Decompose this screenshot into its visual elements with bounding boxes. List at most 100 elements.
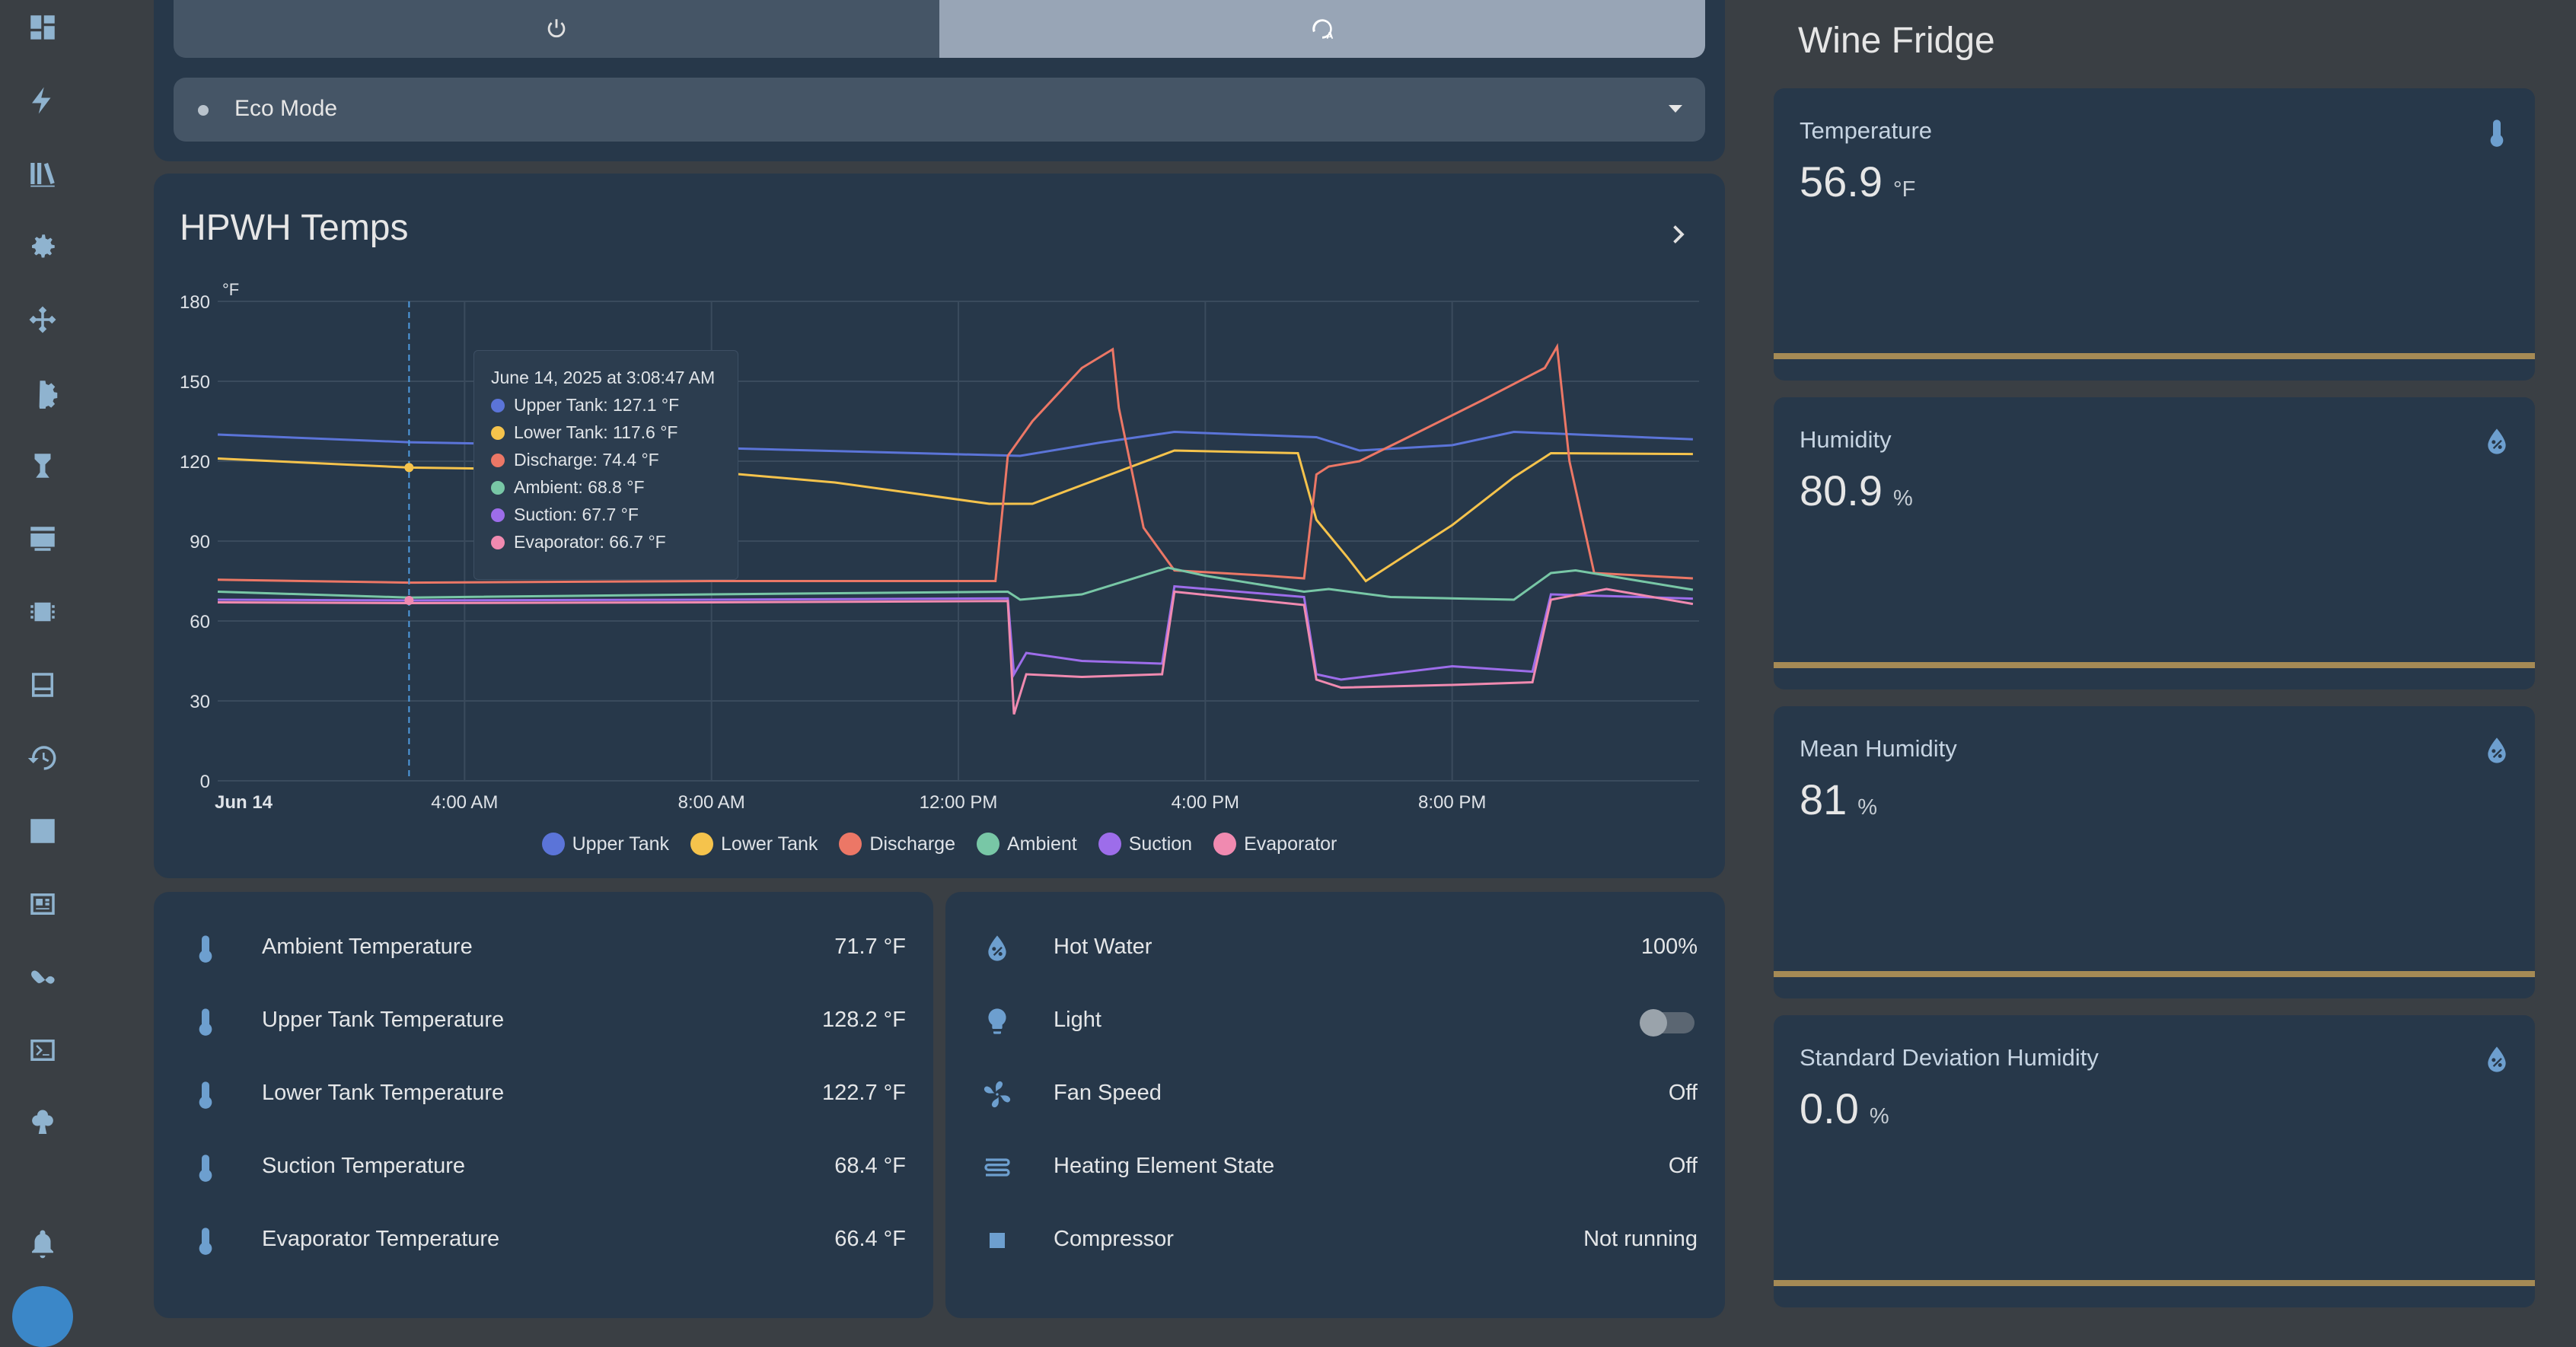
entity-row-fan-speed[interactable]: Fan Speed Off [945,1058,1725,1131]
entity-value: 68.4 °F [834,1154,906,1178]
sensor-graph-bar [1774,353,2535,359]
entity-row-hot-water[interactable]: Hot Water 100% [945,912,1725,985]
water-percent-icon [2482,1044,2512,1075]
entity-row-ambient-temperature[interactable]: Ambient Temperature 71.7 °F [154,912,933,985]
light-toggle[interactable] [1640,1009,1694,1037]
mode-select[interactable]: Eco Mode [174,78,1705,142]
entity-name: Heating Element State [1054,1154,1275,1178]
entity-value: 100% [1640,935,1698,959]
mode-dot-icon [198,105,209,116]
zigbee-icon[interactable] [24,959,61,995]
entity-row-heating-element-state[interactable]: Heating Element State Off [945,1131,1725,1204]
tooltip-row: Suction: 67.7 °F [491,505,639,525]
hacs-icon[interactable] [24,521,61,557]
heating-element-icon [982,1152,1012,1183]
sensor-value: 81% [1800,775,1878,823]
sensor-card-mean-humidity[interactable]: Mean Humidity 81% [1774,706,2535,998]
sensor-card-temperature[interactable]: Temperature 56.9 °F [1774,88,2535,381]
entity-value: 66.4 °F [834,1227,906,1251]
y-tick-label: 30 [190,692,210,712]
y-axis-unit: °F [222,280,239,299]
avatar[interactable] [12,1286,73,1347]
legend-item-lower-tank[interactable]: Lower Tank [690,833,818,855]
entity-name: Hot Water [1054,935,1153,959]
entity-row-upper-tank-temperature[interactable]: Upper Tank Temperature 128.2 °F [154,985,933,1058]
dashboard-icon[interactable] [24,9,61,46]
y-tick-label: 150 [180,372,210,393]
entity-row-light[interactable]: Light [945,985,1725,1058]
tooltip-row: Ambient: 68.8 °F [491,477,645,498]
entity-value: Off [1668,1154,1698,1178]
legend-item-suction[interactable]: Suction [1098,833,1192,855]
sensor-value: 56.9 °F [1800,158,1916,205]
sensor-card-humidity[interactable]: Humidity 80.9% [1774,397,2535,689]
y-tick-label: 90 [190,532,210,552]
chart-legend: Upper Tank Lower Tank Discharge Ambient … [154,833,1725,855]
sensor-name: Temperature [1800,117,1933,144]
lightbulb-icon [982,1006,1012,1037]
toggle-knob [1640,1009,1667,1037]
sensor-value: 80.9% [1800,467,1913,514]
power-button[interactable] [174,0,939,58]
series-line-evaporator [217,588,1694,715]
tooltip-row: Upper Tank: 127.1 °F [491,395,679,416]
sidebar [0,0,85,1347]
x-tick-label: 4:00 AM [431,792,498,813]
auto-mode-icon [1312,19,1334,39]
thermometer-icon [190,933,221,963]
x-tick-label: 8:00 AM [678,792,745,813]
fan-icon [982,1079,1012,1110]
entity-name: Ambient Temperature [262,935,473,959]
sensor-card-standard-deviation-humidity[interactable]: Standard Deviation Humidity 0.0% [1774,1015,2535,1307]
series-line-lower-tank [217,449,1693,583]
legend-item-discharge[interactable]: Discharge [839,833,955,855]
history-icon[interactable] [24,740,61,776]
entity-row-compressor[interactable]: Compressor Not running [945,1204,1725,1277]
cursor-point [404,596,414,606]
logbook-icon[interactable] [24,886,61,922]
statistics-icon[interactable] [24,813,61,849]
clover-icon[interactable] [24,1105,61,1142]
legend-item-upper-tank[interactable]: Upper Tank [541,833,669,855]
cursor-point [404,463,414,473]
x-tick-label: 12:00 PM [920,792,998,813]
temperatures-entities-card: Ambient Temperature 71.7 °F Upper Tank T… [154,892,933,1318]
chip-icon[interactable] [24,594,61,630]
entity-name: Evaporator Temperature [262,1227,500,1251]
entity-row-suction-temperature[interactable]: Suction Temperature 68.4 °F [154,1131,933,1204]
panel-icon[interactable] [24,667,61,703]
water-percent-icon [2482,735,2512,766]
legend-item-ambient[interactable]: Ambient [976,833,1077,855]
chart-card: HPWH Temps 0 30 60 90 120 150 180 °F Jun 14 4:00 … [154,174,1725,878]
devices-icon[interactable] [24,374,61,411]
entity-row-lower-tank-temperature[interactable]: Lower Tank Temperature 122.7 °F [154,1058,933,1131]
thermometer-icon [190,1079,221,1110]
entity-value: Not running [1583,1227,1698,1251]
notifications-icon[interactable] [24,1225,61,1262]
thermometer-icon [190,1225,221,1256]
integrations-icon[interactable] [24,301,61,338]
y-tick-label: 120 [180,452,210,473]
entity-name: Suction Temperature [262,1154,466,1178]
entity-value: 128.2 °F [822,1008,906,1032]
tooltip-row: Lower Tank: 117.6 °F [491,422,677,443]
x-tick-label: Jun 14 [215,792,273,813]
settings-icon[interactable] [24,228,61,265]
temperature-chart[interactable]: 0 30 60 90 120 150 180 °F Jun 14 4:00 AM 8:00 AM 12… [154,174,1725,878]
series-line-ambient [217,566,1694,601]
sensor-graph-bar [1774,662,2535,668]
legend-item-evaporator[interactable]: Evaporator [1213,833,1337,855]
x-tick-label: 4:00 PM [1172,792,1239,813]
map-icon[interactable] [24,155,61,192]
x-tick-label: 8:00 PM [1418,792,1486,813]
sensor-name: Humidity [1800,426,1892,453]
auto-mode-button[interactable] [939,0,1705,58]
energy-icon[interactable] [24,82,61,119]
entity-name: Fan Speed [1054,1081,1162,1105]
water-percent-icon [2482,426,2512,457]
automations-icon[interactable] [24,447,61,484]
terminal-icon[interactable] [24,1032,61,1068]
power-icon [547,19,566,38]
entity-row-evaporator-temperature[interactable]: Evaporator Temperature 66.4 °F [154,1204,933,1277]
sensor-graph-bar [1774,1280,2535,1286]
